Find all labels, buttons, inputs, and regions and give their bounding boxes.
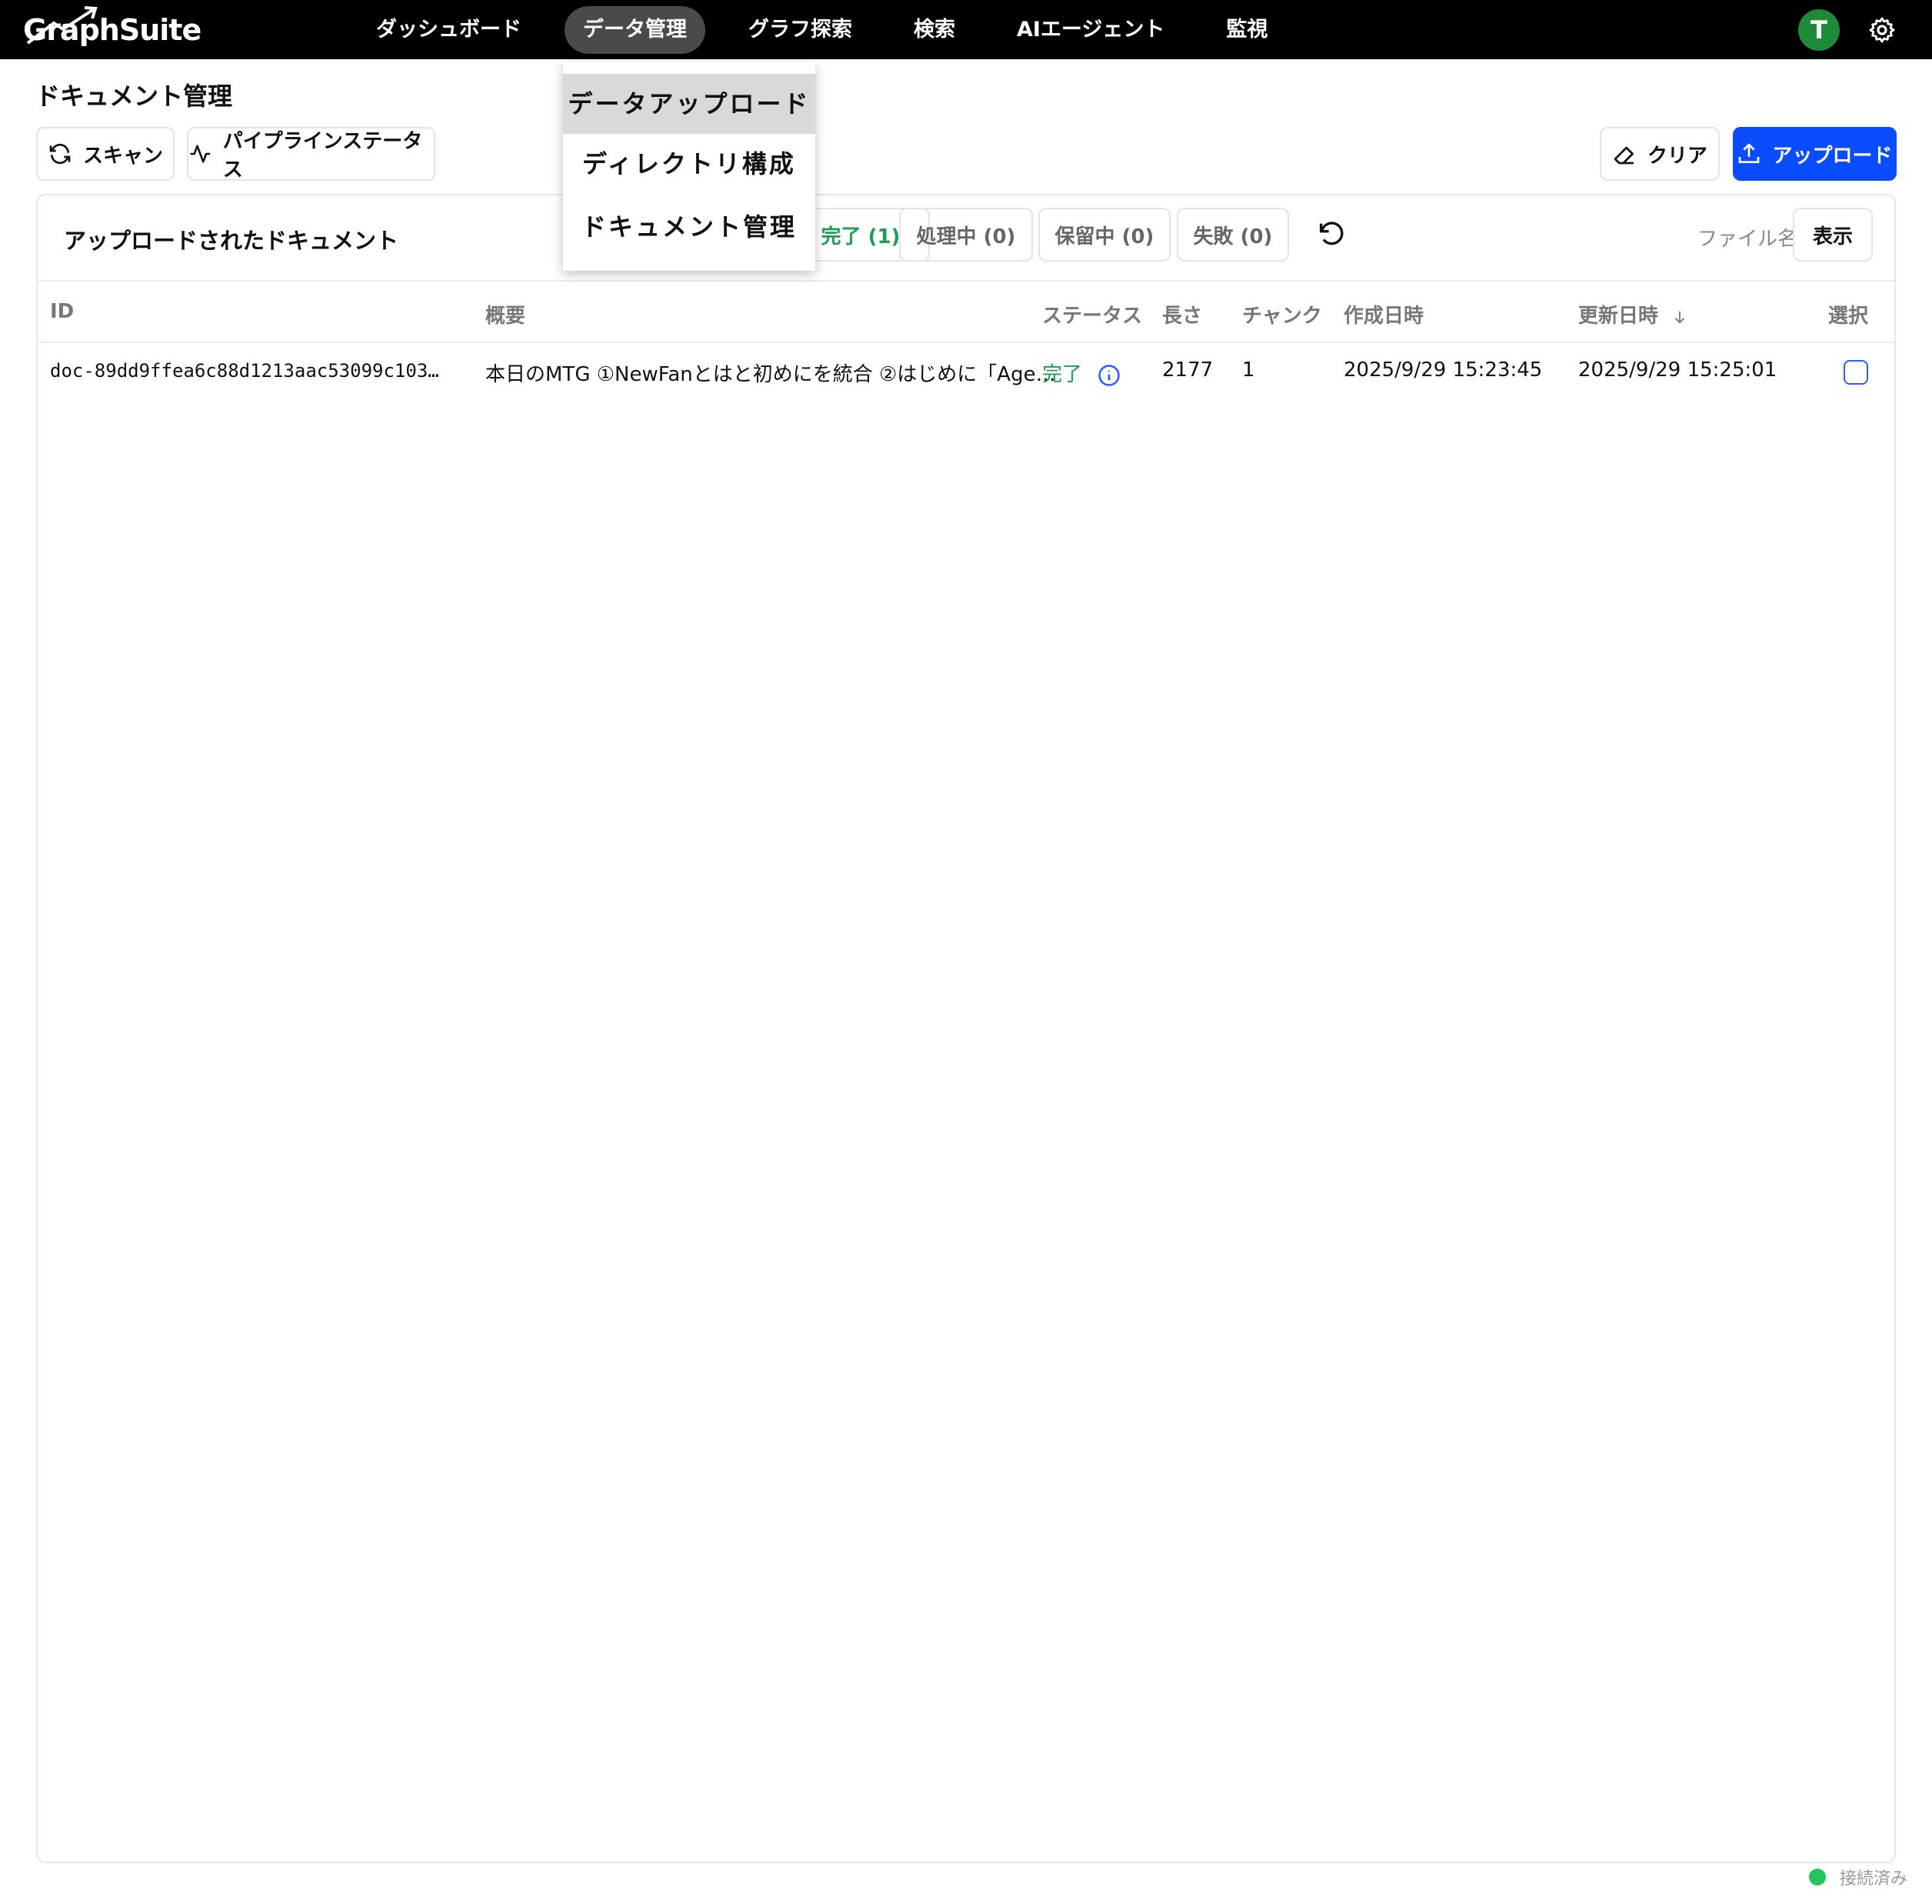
col-summary[interactable]: 概要	[485, 300, 525, 328]
card-title: アップロードされたドキュメント	[64, 228, 399, 254]
filter-failed[interactable]: 失敗 (0)	[1177, 208, 1289, 262]
eraser-icon	[1614, 146, 1634, 165]
clear-button[interactable]: クリア	[1600, 127, 1720, 181]
menu-item-data-upload[interactable]: データアップロード	[563, 74, 815, 134]
nav-data-management[interactable]: データ管理	[565, 5, 705, 54]
row-updated: 2025/9/29 15:25:01	[1578, 358, 1777, 382]
gear-icon[interactable]	[1867, 15, 1897, 45]
arrow-down-icon	[1674, 311, 1685, 324]
documents-card: アップロードされたドキュメント 完了 (1) 処理中 (0) 保留中 (0) 失…	[36, 194, 1896, 1863]
row-created: 2025/9/29 15:23:45	[1344, 358, 1543, 382]
scan-button[interactable]: スキャン	[36, 127, 175, 181]
table-row[interactable]: doc-89dd9ffea6c88d1213aac53099c103… 本日のM…	[38, 343, 1894, 402]
show-button[interactable]: 表示	[1793, 208, 1873, 262]
filter-processing[interactable]: 処理中 (0)	[899, 208, 1033, 262]
upload-button[interactable]: アップロード	[1733, 127, 1897, 181]
upload-icon	[1739, 143, 1760, 163]
col-chunks[interactable]: チャンク	[1242, 300, 1322, 328]
nav-graph-explore[interactable]: グラフ探索	[730, 6, 871, 54]
col-status[interactable]: ステータス	[1042, 300, 1142, 328]
col-created[interactable]: 作成日時	[1344, 300, 1424, 328]
nav-dashboard[interactable]: ダッシュボード	[358, 6, 540, 54]
table-header: ID 概要 ステータス 長さ チャンク 作成日時 更新日時 選択	[38, 282, 1894, 343]
brand-logo[interactable]: GraphSuite	[23, 6, 202, 54]
main-nav: ダッシュボード データ管理 グラフ探索 検索 AIエージェント 監視	[358, 0, 1311, 59]
menu-item-directory-structure[interactable]: ディレクトリ構成	[563, 137, 815, 191]
col-updated-label: 更新日時	[1578, 305, 1659, 328]
upload-label: アップロード	[1772, 144, 1893, 168]
row-id: doc-89dd9ffea6c88d1213aac53099c103…	[50, 360, 439, 382]
status-dot-icon	[1809, 1869, 1826, 1886]
file-name-label: ファイル名	[1697, 228, 1798, 251]
card-header: アップロードされたドキュメント 完了 (1) 処理中 (0) 保留中 (0) 失…	[38, 195, 1894, 282]
nav-search[interactable]: 検索	[895, 6, 974, 54]
refresh-cw-icon	[49, 143, 71, 165]
filter-pending[interactable]: 保留中 (0)	[1038, 208, 1171, 262]
nav-monitoring[interactable]: 監視	[1208, 6, 1286, 54]
top-navbar: GraphSuite ダッシュボード データ管理 グラフ探索 検索 AIエージェ…	[0, 0, 1932, 59]
row-chunks: 1	[1242, 358, 1255, 382]
scan-label: スキャン	[82, 144, 163, 168]
row-length: 2177	[1162, 358, 1214, 382]
page-title: ドキュメント管理	[35, 82, 233, 111]
user-avatar[interactable]: T	[1798, 9, 1840, 51]
connection-label: 接続済み	[1840, 1869, 1908, 1889]
row-status-label: 完了	[1042, 363, 1083, 386]
pipeline-status-button[interactable]: パイプラインステータス	[187, 127, 435, 182]
row-select-checkbox[interactable]	[1844, 360, 1868, 385]
col-updated[interactable]: 更新日時	[1578, 300, 1688, 328]
rotate-ccw-icon[interactable]	[1316, 218, 1347, 249]
brand-name: GraphSuite	[23, 13, 202, 47]
connection-status: 接続済み	[1809, 1865, 1907, 1889]
info-icon[interactable]	[1098, 364, 1121, 387]
row-summary: 本日のMTG ①NewFanとはと初めにを統合 ②はじめに「Age…	[485, 363, 1056, 386]
col-length[interactable]: 長さ	[1162, 300, 1202, 328]
clear-label: クリア	[1647, 144, 1707, 168]
menu-item-document-management[interactable]: ドキュメント管理	[563, 200, 815, 254]
nav-ai-agent[interactable]: AIエージェント	[998, 6, 1183, 54]
col-select: 選択	[1828, 305, 1869, 328]
col-id[interactable]: ID	[50, 300, 74, 323]
pipeline-status-label: パイプラインステータス	[222, 130, 423, 182]
activity-icon	[190, 145, 211, 163]
row-status: 完了	[1042, 358, 1121, 387]
data-management-dropdown: データアップロード ディレクトリ構成 ドキュメント管理	[563, 62, 815, 271]
